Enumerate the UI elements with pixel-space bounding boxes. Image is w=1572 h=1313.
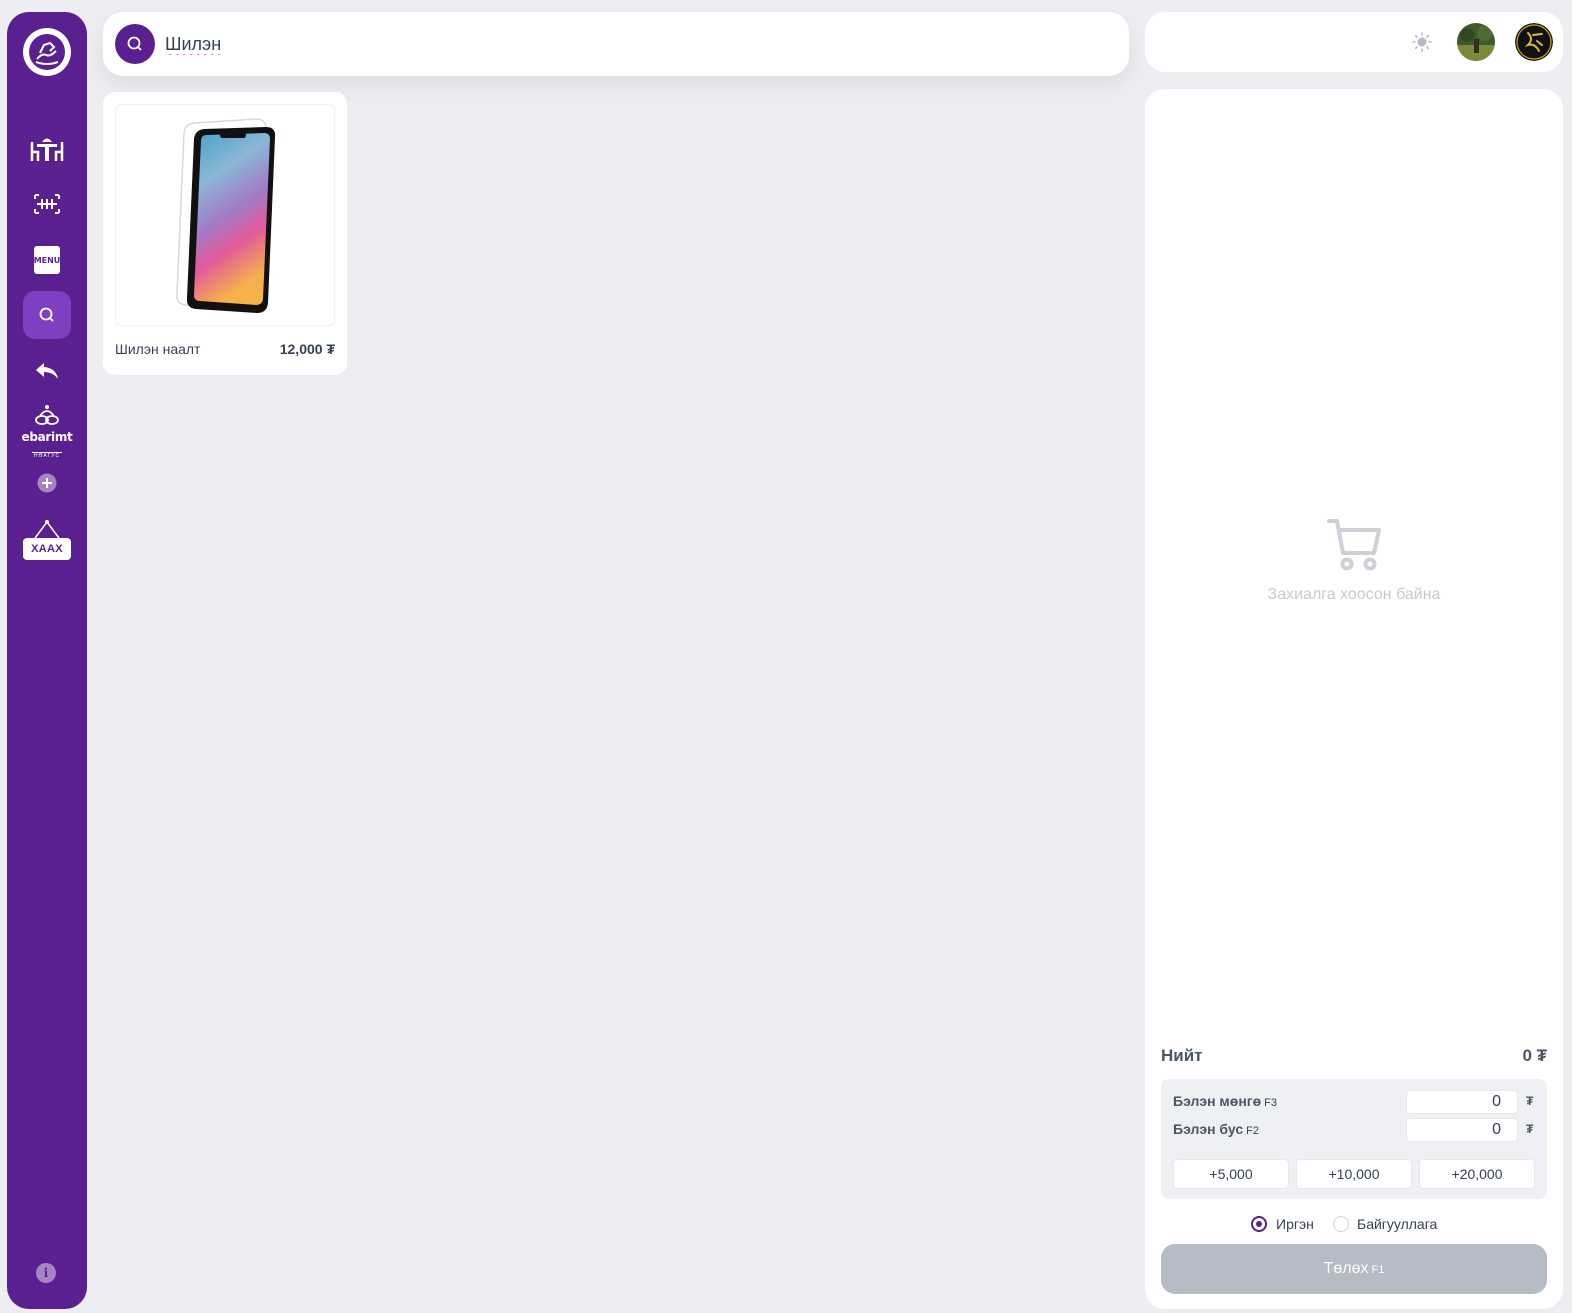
sidebar-item-menu[interactable]: MENU xyxy=(23,236,71,284)
noncash-input[interactable] xyxy=(1406,1118,1518,1142)
close-sign-label: ХААХ xyxy=(23,538,71,560)
empty-cart: Захиалга хоосон байна xyxy=(1145,517,1563,604)
sidebar-item-tables[interactable] xyxy=(23,125,71,173)
reply-icon xyxy=(36,363,58,379)
cash-input[interactable] xyxy=(1406,1090,1518,1114)
shopping-cart-icon xyxy=(1327,519,1381,571)
product-card[interactable]: Шилэн наалт 12,000 ₮ xyxy=(103,92,347,375)
svg-text:MENU: MENU xyxy=(34,256,61,265)
brand-avatar[interactable] xyxy=(1515,23,1553,61)
search-bar xyxy=(103,12,1129,76)
noncash-label-text: Бэлэн бус xyxy=(1173,1121,1244,1137)
brand-logo-icon xyxy=(1515,23,1553,61)
ebarimt-sublabel: НӨАТУС xyxy=(31,452,63,459)
sidebar: MENU ebarimt НӨАТУС ХААХ i xyxy=(7,12,87,1309)
horse-logo-icon xyxy=(29,34,65,70)
sidebar-item-barcode[interactable] xyxy=(23,180,71,228)
total-value: 0 ₮ xyxy=(1522,1046,1547,1065)
sidebar-item-ebarimt[interactable]: ebarimt НӨАТУС xyxy=(17,404,77,459)
pay-button[interactable]: Төлөх F1 xyxy=(1161,1244,1547,1294)
search-icon xyxy=(127,36,142,51)
pay-button-label: Төлөх xyxy=(1323,1260,1369,1277)
order-panel: Захиалга хоосон байна Нийт 0 ₮ Бэлэн мөн… xyxy=(1145,89,1563,1309)
search-input[interactable] xyxy=(165,28,1065,60)
cash-shortcut: F3 xyxy=(1264,1097,1278,1109)
sidebar-item-return[interactable] xyxy=(23,347,71,395)
user-photo xyxy=(1457,23,1495,61)
sidebar-item-add[interactable] xyxy=(23,459,71,507)
cash-label: Бэлэн мөнгө F3 xyxy=(1173,1093,1277,1109)
ebarimt-label: ebarimt xyxy=(21,430,73,444)
info-button[interactable]: i xyxy=(36,1263,56,1283)
sidebar-item-close[interactable]: ХААХ xyxy=(23,518,71,560)
pay-shortcut: F1 xyxy=(1371,1264,1385,1276)
search-icon xyxy=(39,307,54,322)
ebarimt-logo-icon xyxy=(35,405,59,425)
product-name: Шилэн наалт xyxy=(115,341,201,357)
product-price: 12,000 ₮ xyxy=(279,341,335,357)
radio-organization[interactable] xyxy=(1333,1216,1349,1232)
phone-screen-protector-image xyxy=(176,118,276,313)
noncash-currency: ₮ xyxy=(1526,1122,1534,1136)
close-sign-icon xyxy=(34,520,60,539)
user-avatar[interactable] xyxy=(1457,23,1495,61)
quick-amount-10000-button[interactable]: +10,000 xyxy=(1296,1159,1412,1189)
theme-toggle[interactable] xyxy=(1412,32,1432,52)
sun-icon xyxy=(1412,32,1432,52)
plus-circle-icon xyxy=(37,473,57,493)
customer-type-group: Иргэн Байгууллага xyxy=(1145,1215,1563,1235)
payment-box: Бэлэн мөнгөF3 ₮ Бэлэн бусF2 ₮ +5,000 +10… xyxy=(1161,1079,1547,1199)
radio-organization-label[interactable]: Байгууллага xyxy=(1357,1216,1437,1232)
app-logo[interactable] xyxy=(23,28,71,76)
quick-amount-20000-button[interactable]: +20,000 xyxy=(1419,1159,1535,1189)
total-label: Нийт xyxy=(1161,1046,1203,1065)
sidebar-item-search[interactable] xyxy=(23,291,71,339)
top-header xyxy=(1145,12,1563,72)
product-image xyxy=(115,104,335,326)
quick-amount-5000-button[interactable]: +5,000 xyxy=(1173,1159,1289,1189)
dining-table-icon xyxy=(30,138,64,161)
menu-book-icon: MENU xyxy=(34,246,61,274)
search-button[interactable] xyxy=(115,24,155,64)
radio-citizen[interactable] xyxy=(1251,1216,1267,1232)
barcode-icon xyxy=(34,194,60,214)
empty-cart-text: Захиалга хоосон байна xyxy=(1267,586,1441,603)
cash-currency: ₮ xyxy=(1526,1094,1534,1108)
noncash-label: Бэлэн бус F2 xyxy=(1173,1121,1259,1137)
noncash-shortcut: F2 xyxy=(1246,1125,1259,1137)
cash-label-text: Бэлэн мөнгө xyxy=(1173,1093,1262,1109)
radio-citizen-label[interactable]: Иргэн xyxy=(1276,1216,1314,1232)
